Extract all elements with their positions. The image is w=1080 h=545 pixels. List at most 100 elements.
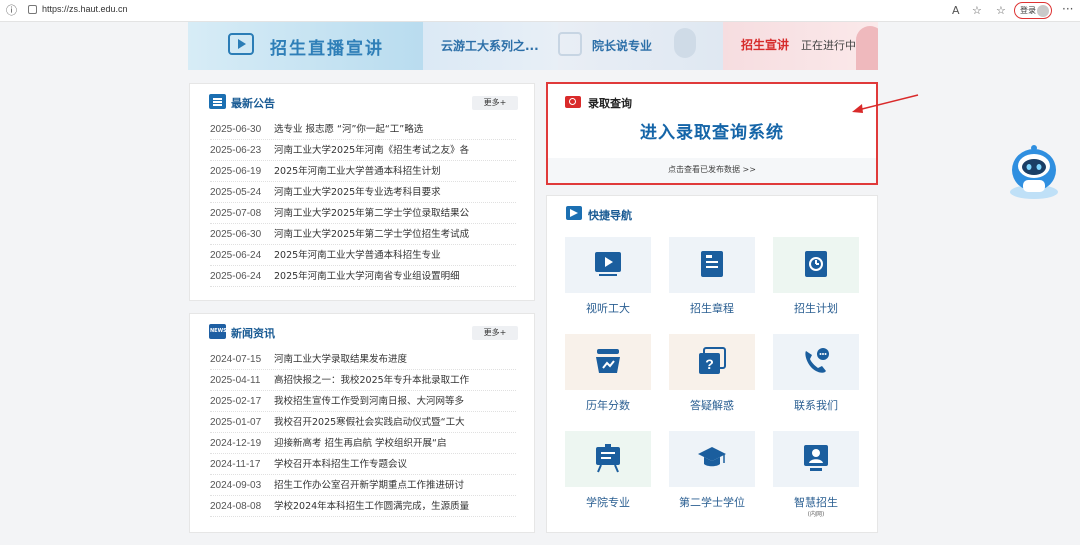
graduation-cap-icon xyxy=(698,447,726,467)
item-title[interactable]: 河南工业大学2025年河南《招生考试之友》各 xyxy=(274,140,516,160)
nav-tile-bg xyxy=(773,334,859,390)
chat-robot-icon[interactable] xyxy=(1003,140,1065,202)
notice-more-button[interactable]: 更多+ xyxy=(472,96,518,110)
list-item[interactable]: 2025-02-17 我校招生宣传工作受到河南日报、大河网等多 xyxy=(210,391,516,412)
svg-text:?: ? xyxy=(705,356,714,372)
play-icon xyxy=(558,32,582,56)
speaker-figure xyxy=(856,26,878,70)
quick-nav-panel: 快捷导航 视听工大 招生章程 招生计划 历年分数 ? 答疑解惑 联系我们 学院专… xyxy=(546,195,878,533)
item-date: 2025-06-30 xyxy=(210,229,262,240)
item-title[interactable]: 我校召开2025寒假社会实践启动仪式暨“工大 xyxy=(274,412,516,432)
banner-status-title: 招生宣讲 xyxy=(741,38,790,52)
admission-query-panel[interactable]: 录取查询 进入录取查询系统 点击查看已发布数据 >> xyxy=(546,82,878,185)
item-title[interactable]: 河南工业大学2025年第二学士学位录取结果公 xyxy=(274,203,516,223)
item-date: 2024-09-03 xyxy=(210,480,262,491)
video-icon xyxy=(595,252,621,276)
item-title[interactable]: 河南工业大学2025年第二学士学位招生考试成 xyxy=(274,224,516,244)
list-item[interactable]: 2024-07-15 河南工业大学录取结果发布进度 xyxy=(210,349,516,370)
nav-tile-label: 招生计划 xyxy=(794,302,838,315)
question-icon: ? xyxy=(699,347,726,374)
banner-status[interactable]: 招生宣讲 正在进行中... xyxy=(723,22,878,70)
nav-tile-label: 视听工大 xyxy=(586,302,630,315)
list-item[interactable]: 2025-04-11 高招快报之一：我校2025年专升本批录取工作 xyxy=(210,370,516,391)
tv-icon xyxy=(228,33,254,55)
favorites-icon[interactable]: ☆ xyxy=(996,4,1006,18)
item-title[interactable]: 我校招生宣传工作受到河南日报、大河网等多 xyxy=(274,391,516,411)
list-item[interactable]: 2025-05-24 河南工业大学2025年专业选考科目要求 xyxy=(210,182,516,203)
login-button[interactable]: 登录 xyxy=(1014,2,1052,19)
nav-tile-sublabel: (内网) xyxy=(807,511,825,518)
enter-query-system-link[interactable]: 进入录取查询系统 xyxy=(548,118,876,143)
news-more-button[interactable]: 更多+ xyxy=(472,326,518,340)
browser-menu-icon[interactable]: ··· xyxy=(1062,2,1073,16)
item-title[interactable]: 学校召开本科招生工作专题会议 xyxy=(274,454,516,474)
item-date: 2025-01-07 xyxy=(210,417,262,428)
item-title[interactable]: 2025年河南工业大学河南省专业组设置明细 xyxy=(274,266,516,286)
nav-tile-label: 答疑解惑 xyxy=(690,399,734,412)
view-published-data-link[interactable]: 点击查看已发布数据 >> xyxy=(548,164,876,175)
nav-tile-label: 招生章程 xyxy=(690,302,734,315)
list-item[interactable]: 2025-01-07 我校召开2025寒假社会实践启动仪式暨“工大 xyxy=(210,412,516,433)
list-item[interactable]: 2025-06-19 2025年河南工业大学普通本科招生计划 xyxy=(210,161,516,182)
nav-tile-bg xyxy=(773,237,859,293)
notice-icon xyxy=(209,94,226,109)
list-item[interactable]: 2025-06-30 河南工业大学2025年第二学士学位招生考试成 xyxy=(210,224,516,245)
read-aloud-icon[interactable]: A xyxy=(952,4,960,18)
item-title[interactable]: 2025年河南工业大学普通本科招生计划 xyxy=(274,161,516,181)
news-icon xyxy=(209,324,227,339)
list-item[interactable]: 2024-12-19 迎接新高考 招生再启航 学校组织开展“启 xyxy=(210,433,516,454)
notice-title: 最新公告 xyxy=(231,97,275,110)
nav-tile-label: 智慧招生 xyxy=(794,496,838,509)
banner-president[interactable]: 院长说专业 xyxy=(558,22,723,70)
item-date: 2025-06-19 xyxy=(210,166,262,177)
item-date: 2024-08-08 xyxy=(210,501,262,512)
search-icon xyxy=(565,96,581,108)
list-item[interactable]: 2024-08-08 学校2024年本科招生工作圆满完成，生源质量 xyxy=(210,496,516,517)
lock-icon xyxy=(28,5,37,14)
list-item[interactable]: 2025-06-24 2025年河南工业大学普通本科招生专业 xyxy=(210,245,516,266)
chart-basket-icon xyxy=(596,349,620,373)
list-item[interactable]: 2025-06-23 河南工业大学2025年河南《招生考试之友》各 xyxy=(210,140,516,161)
query-title: 录取查询 xyxy=(588,97,632,110)
nav-tile-bg xyxy=(565,334,651,390)
nav-tile-bg: ? xyxy=(669,334,755,390)
url-text[interactable]: https://zs.haut.edu.cn xyxy=(42,4,128,14)
item-date: 2025-02-17 xyxy=(210,396,262,407)
banner-president-label: 院长说专业 xyxy=(592,39,653,53)
item-date: 2025-06-24 xyxy=(210,271,262,282)
board-icon xyxy=(596,444,620,473)
nav-tile-bg xyxy=(565,237,651,293)
clock-book-icon xyxy=(805,251,827,277)
favorite-star-icon[interactable]: ☆ xyxy=(972,4,982,18)
microphone-icon xyxy=(674,28,696,58)
item-title[interactable]: 2025年河南工业大学普通本科招生专业 xyxy=(274,245,516,265)
item-title[interactable]: 迎接新高考 招生再启航 学校组织开展“启 xyxy=(274,433,516,453)
nav-tile-bg xyxy=(565,431,651,487)
item-title[interactable]: 招生工作办公室召开新学期重点工作推进研讨 xyxy=(274,475,516,495)
item-date: 2025-04-11 xyxy=(210,375,261,386)
list-item[interactable]: 2024-09-03 招生工作办公室召开新学期重点工作推进研讨 xyxy=(210,475,516,496)
item-title[interactable]: 选专业 报志愿 “河”你一起“工”略选 xyxy=(274,119,516,139)
item-title[interactable]: 学校2024年本科招生工作圆满完成，生源质量 xyxy=(274,496,516,516)
phone-chat-icon xyxy=(805,348,829,373)
item-date: 2025-06-24 xyxy=(210,250,262,261)
address-bar[interactable]: https://zs.haut.edu.cn xyxy=(24,3,984,19)
list-item[interactable]: 2025-06-30 选专业 报志愿 “河”你一起“工”略选 xyxy=(210,119,516,140)
list-item[interactable]: 2025-07-08 河南工业大学2025年第二学士学位录取结果公 xyxy=(210,203,516,224)
item-date: 2024-12-19 xyxy=(210,438,262,449)
list-item[interactable]: 2024-11-17 学校召开本科招生工作专题会议 xyxy=(210,454,516,475)
item-title[interactable]: 河南工业大学2025年专业选考科目要求 xyxy=(274,182,516,202)
nav-tile-label: 第二学士学位 xyxy=(679,496,745,509)
item-title[interactable]: 河南工业大学录取结果发布进度 xyxy=(274,349,516,369)
list-item[interactable]: 2025-06-24 2025年河南工业大学河南省专业组设置明细 xyxy=(210,266,516,287)
avatar xyxy=(1037,5,1049,17)
send-icon xyxy=(566,206,582,220)
info-icon[interactable]: ⓘ xyxy=(6,4,17,18)
banner-cloud-tour[interactable]: 云游工大系列之... xyxy=(423,22,558,70)
quick-nav-grid: 视听工大 招生章程 招生计划 历年分数 ? 答疑解惑 联系我们 学院专业 第二学… xyxy=(565,237,861,527)
nav-tile-label: 历年分数 xyxy=(586,399,630,412)
banner-live[interactable]: 招生直播宣讲 xyxy=(188,22,423,70)
item-title[interactable]: 高招快报之一：我校2025年专升本批录取工作 xyxy=(274,370,516,390)
item-date: 2025-07-08 xyxy=(210,208,262,219)
item-date: 2025-06-23 xyxy=(210,145,262,156)
